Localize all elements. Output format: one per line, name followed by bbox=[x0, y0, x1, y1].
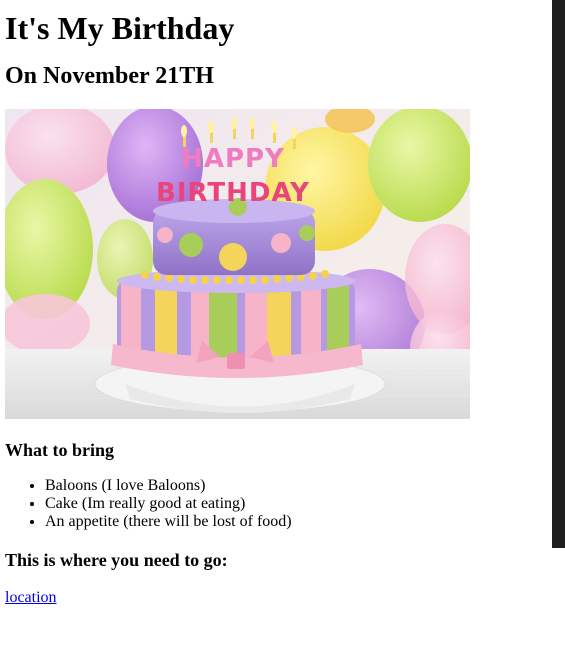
happy-candles: HAPPY bbox=[181, 144, 285, 174]
list-item: Cake (Im really good at eating) bbox=[45, 495, 550, 513]
destination-heading: This is where you need to go: bbox=[5, 550, 228, 570]
bring-heading: What to bring bbox=[5, 440, 115, 460]
list-item: Baloons (I love Baloons) bbox=[45, 477, 550, 495]
birthday-cake-image: HAPPY BIRTHDAY bbox=[5, 109, 470, 419]
scrollbar[interactable] bbox=[552, 0, 565, 548]
location-paragraph: location bbox=[5, 589, 550, 607]
date-heading: On November 21TH bbox=[5, 63, 214, 89]
page-content: It's My Birthday On November 21TH HAPPY … bbox=[5, 0, 550, 607]
location-link[interactable]: location bbox=[5, 589, 57, 606]
birthday-candles: BIRTHDAY bbox=[156, 178, 310, 208]
list-item: An appetite (there will be lost of food) bbox=[45, 513, 550, 531]
bring-list: Baloons (I love Baloons) Cake (Im really… bbox=[5, 477, 550, 531]
page-title: It's My Birthday bbox=[5, 10, 235, 46]
